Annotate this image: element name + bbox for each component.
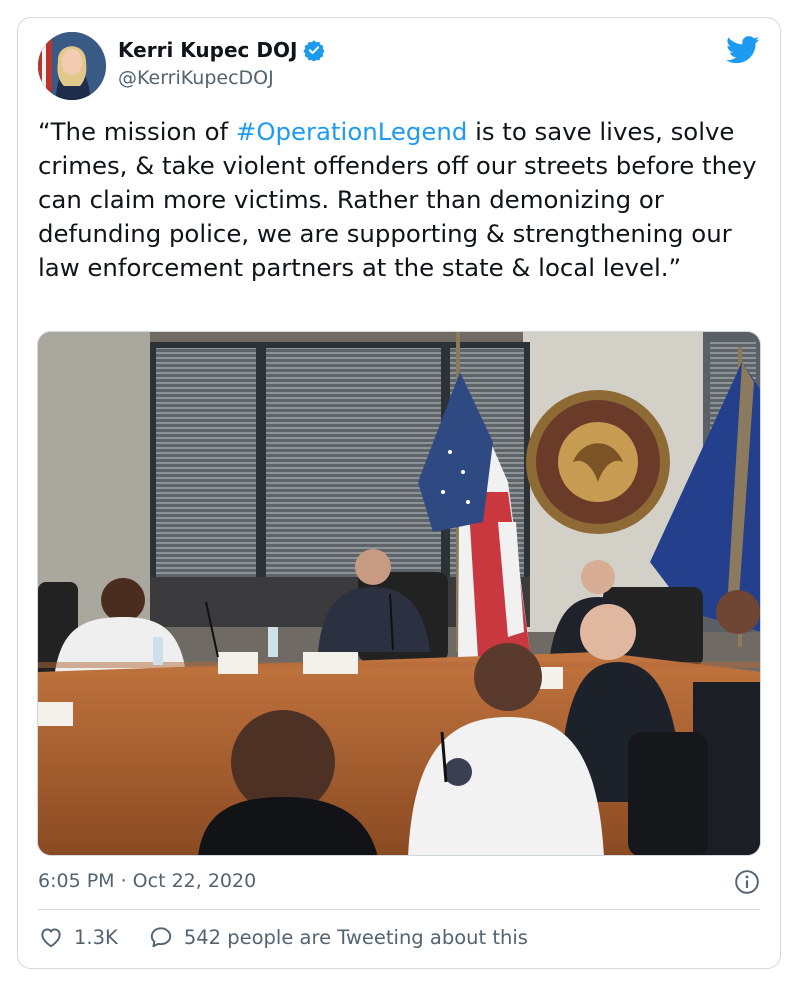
verified-badge-icon bbox=[303, 40, 326, 61]
speech-bubble-icon bbox=[150, 927, 171, 948]
like-count: 1.3K bbox=[74, 925, 118, 949]
heart-icon bbox=[41, 928, 61, 948]
tweet-stats: 1.3K 542 people are Tweeting about this bbox=[38, 924, 528, 950]
tweet-photo[interactable] bbox=[37, 331, 761, 856]
like-button[interactable]: 1.3K bbox=[38, 924, 118, 950]
user-handle[interactable]: @KerriKupecDOJ bbox=[118, 67, 274, 89]
meeting-photo-illustration bbox=[38, 332, 760, 855]
hashtag-link[interactable]: #OperationLegend bbox=[236, 117, 467, 146]
tweet-text-part: “The mission of bbox=[38, 117, 236, 146]
twitter-bird-icon[interactable] bbox=[726, 36, 760, 64]
info-icon[interactable] bbox=[734, 869, 760, 895]
divider bbox=[38, 909, 760, 910]
tweet-text: “The mission of #OperationLegend is to s… bbox=[38, 115, 768, 285]
tweet-timestamp[interactable]: 6:05 PM · Oct 22, 2020 bbox=[38, 870, 256, 892]
avatar[interactable] bbox=[38, 32, 106, 100]
tweeting-about-link[interactable]: 542 people are Tweeting about this bbox=[148, 924, 528, 950]
tweeting-about-label: 542 people are Tweeting about this bbox=[183, 925, 528, 949]
display-name[interactable]: Kerri Kupec DOJ bbox=[118, 38, 297, 62]
